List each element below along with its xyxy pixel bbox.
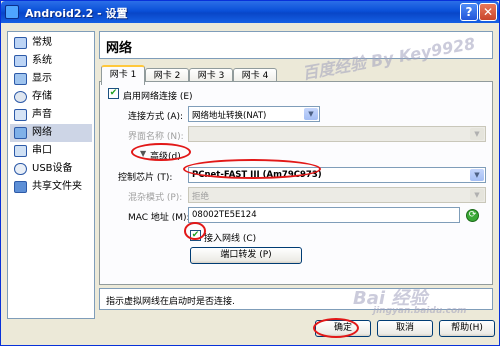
sidebar-item-audio[interactable]: 声音 [10,106,92,124]
virtualbox-app-icon [5,5,19,19]
advanced-expand-icon[interactable]: ▼ [140,149,146,158]
sidebar-item-shared-folders[interactable]: 共享文件夹 [10,178,92,196]
sidebar-item-network[interactable]: 网络 [10,124,92,142]
sidebar-item-general[interactable]: 常规 [10,34,92,52]
sidebar-item-label: 串口 [32,145,52,156]
hint-panel: 指示虚拟网线在启动时是否连接. [99,288,493,310]
sidebar-item-label: 网络 [32,127,52,138]
title-bar[interactable]: Android2.2 - 设置 ? ✕ [1,1,499,23]
usb-icon [14,163,27,175]
enable-adapter-checkbox[interactable]: ✔ [108,88,119,99]
chevron-down-icon: ▼ [470,189,484,201]
sidebar-item-label: 存储 [32,91,52,102]
close-button[interactable]: ✕ [479,3,497,21]
sidebar-item-label: 共享文件夹 [32,181,82,192]
attached-to-value: 网络地址转换(NAT) [192,111,267,121]
display-icon [14,73,27,85]
port-forwarding-button[interactable]: 端口转发 (P) [190,247,302,264]
settings-sidebar: 常规 系统 显示 存储 声音 网络 串口 USB设备 共享文件夹 [7,31,95,319]
network-icon [14,127,27,139]
serial-port-icon [14,145,27,157]
help-button[interactable]: 帮助(H) [439,320,495,337]
sidebar-item-usb[interactable]: USB设备 [10,160,92,178]
window-title: Android2.2 - 设置 [25,7,128,20]
attached-to-select[interactable]: 网络地址转换(NAT) ▼ [188,106,320,122]
mac-address-input[interactable]: 08002TE5E124 [188,207,460,223]
help-titlebar-button[interactable]: ? [460,3,478,21]
promiscuous-mode-value: 拒绝 [192,192,210,202]
sidebar-item-serial-port[interactable]: 串口 [10,142,92,160]
promiscuous-mode-select[interactable]: 拒绝 ▼ [188,187,486,203]
sidebar-item-label: 常规 [32,37,52,48]
enable-adapter-label: 启用网络连接 (E) [123,92,193,102]
sidebar-item-system[interactable]: 系统 [10,52,92,70]
cable-connected-label: 接入网线 (C) [204,234,257,244]
settings-window: Android2.2 - 设置 ? ✕ 常规 系统 显示 存储 声音 网络 串口… [0,0,500,346]
tab-adapter-1[interactable]: 网卡 1 [101,65,145,85]
adapter-type-select[interactable]: PCnet-FAST III (Am79C973) ▼ [188,167,486,183]
chevron-down-icon: ▼ [304,108,318,120]
cancel-button[interactable]: 取消 [377,320,433,337]
advanced-toggle[interactable]: 高级(d) [150,149,181,162]
system-icon [14,55,27,67]
sidebar-item-label: 声音 [32,109,52,120]
shared-folder-icon [14,181,27,193]
attached-to-label: 连接方式 (A): [128,112,184,122]
storage-icon [14,91,27,103]
chevron-down-icon: ▼ [470,169,484,181]
promiscuous-mode-label: 混杂模式 (P): [128,193,183,203]
refresh-mac-icon[interactable]: ⟳ [466,209,479,222]
adapter-settings-panel: ✔ 启用网络连接 (E) 连接方式 (A): 网络地址转换(NAT) ▼ 界面名… [99,81,493,285]
sidebar-item-storage[interactable]: 存储 [10,88,92,106]
audio-icon [14,109,27,121]
interface-name-select[interactable]: ▼ [188,126,486,142]
sidebar-item-label: 系统 [32,55,52,66]
ok-button[interactable]: 确定 [315,320,371,337]
chevron-down-icon: ▼ [470,128,484,140]
adapter-type-value: PCnet-FAST III (Am79C973) [192,170,322,180]
section-header: 网络 [99,31,493,59]
sidebar-item-label: USB设备 [32,163,73,174]
mac-address-label: MAC 地址 (M): [128,213,190,223]
sidebar-item-display[interactable]: 显示 [10,70,92,88]
mac-address-value: 08002TE5E124 [192,210,257,220]
cable-connected-checkbox[interactable]: ✔ [190,230,201,241]
sidebar-item-label: 显示 [32,73,52,84]
section-title: 网络 [106,41,133,56]
interface-name-label: 界面名称 (N): [128,132,184,142]
hint-text: 指示虚拟网线在启动时是否连接. [106,297,235,307]
general-icon [14,37,27,49]
adapter-type-label: 控制芯片 (T): [118,173,173,183]
